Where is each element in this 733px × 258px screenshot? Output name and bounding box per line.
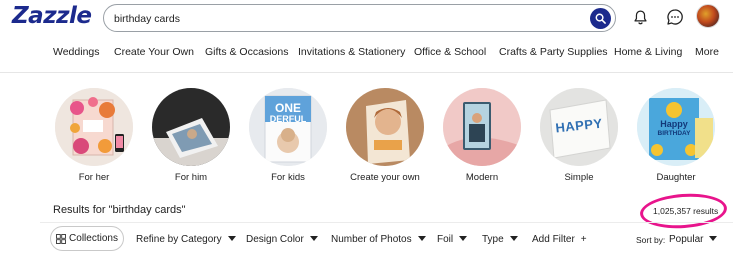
category-label: For her [78,172,110,183]
nav-item-more[interactable]: More [695,46,719,58]
category-label: Modern [465,172,499,183]
sort-value: Popular [669,234,704,245]
category-for-her[interactable]: For her [54,88,134,183]
category-image-for-her [55,88,133,166]
card-text-birthday: BIRTHDAY [657,130,691,137]
filter-foil[interactable]: Foil [437,234,468,245]
nav-item-weddings[interactable]: Weddings [53,46,100,58]
notifications-button[interactable] [629,6,651,28]
caret-down-icon [509,236,518,241]
category-label: For him [174,172,208,183]
caret-down-icon [459,236,468,241]
search-icon [595,13,606,24]
category-daughter[interactable]: Happy BIRTHDAY Daughter [636,88,716,183]
caret-down-icon [309,236,318,241]
card-text-one: ONE [274,101,301,115]
filter-refine-by-category[interactable]: Refine by Category [136,234,236,245]
filter-bar: Collections Refine by Category Design Co… [0,226,733,254]
caret-down-icon [227,236,236,241]
add-filter-button[interactable]: Add Filter + [532,234,587,245]
grid-icon [56,233,66,244]
category-modern[interactable]: Modern [442,88,522,183]
category-image-simple: HAPPY [540,88,618,166]
category-image-daughter: Happy BIRTHDAY [637,88,715,166]
zazzle-logo[interactable]: Zazzle [12,3,92,29]
search-input[interactable] [114,10,574,27]
filter-number-of-photos[interactable]: Number of Photos [331,234,426,245]
highlight-circle [638,191,729,231]
add-filter-label: Add Filter [532,234,575,245]
category-create-your-own[interactable]: Create your own [345,88,425,183]
caret-down-icon [417,236,426,241]
category-simple[interactable]: HAPPY Simple [539,88,619,183]
caret-down-icon [709,236,718,241]
nav-item-office-school[interactable]: Office & School [414,46,486,58]
filter-label: Type [482,234,504,245]
nav-item-gifts[interactable]: Gifts & Occasions [205,46,288,58]
filter-type[interactable]: Type [482,234,518,245]
nav-item-create-your-own[interactable]: Create Your Own [114,46,194,58]
collections-label: Collections [69,233,118,244]
sort-label: Sort by: [636,235,666,245]
chat-icon [667,9,683,25]
filter-label: Number of Photos [331,234,412,245]
filter-label: Design Color [246,234,304,245]
nav-divider [0,72,733,73]
top-bar: Zazzle [0,0,733,36]
category-label: Daughter [656,172,696,183]
nav-item-invitations[interactable]: Invitations & Stationery [298,46,405,58]
card-text-happy: Happy [660,119,688,129]
filter-design-color[interactable]: Design Color [246,234,318,245]
filter-divider [40,222,733,223]
category-for-him[interactable]: For him [151,88,231,183]
collections-button[interactable]: Collections [50,226,124,251]
sort-dropdown[interactable]: Popular [669,234,718,245]
nav-item-crafts[interactable]: Crafts & Party Supplies [499,46,608,58]
category-label: Create your own [350,172,420,183]
filter-label: Foil [437,234,454,245]
nav-item-home-living[interactable]: Home & Living [614,46,682,58]
category-label: Simple [564,172,594,183]
category-label: For kids [271,172,305,183]
results-title: Results for "birthday cards" [53,204,186,216]
category-image-modern [443,88,521,166]
messages-button[interactable] [664,6,686,28]
search-box[interactable] [103,4,616,32]
filter-label: Refine by Category [136,234,222,245]
search-button[interactable] [590,8,611,29]
avatar[interactable] [696,4,720,28]
bell-icon [633,9,647,24]
category-image-for-kids: ONE DERFUL [249,88,327,166]
category-for-kids[interactable]: ONE DERFUL For kids [248,88,328,183]
category-image-create-your-own [346,88,424,166]
plus-icon: + [580,234,587,245]
category-image-for-him [152,88,230,166]
main-nav: Weddings Create Your Own Gifts & Occasio… [0,41,733,65]
card-text-derful: DERFUL [269,114,307,124]
